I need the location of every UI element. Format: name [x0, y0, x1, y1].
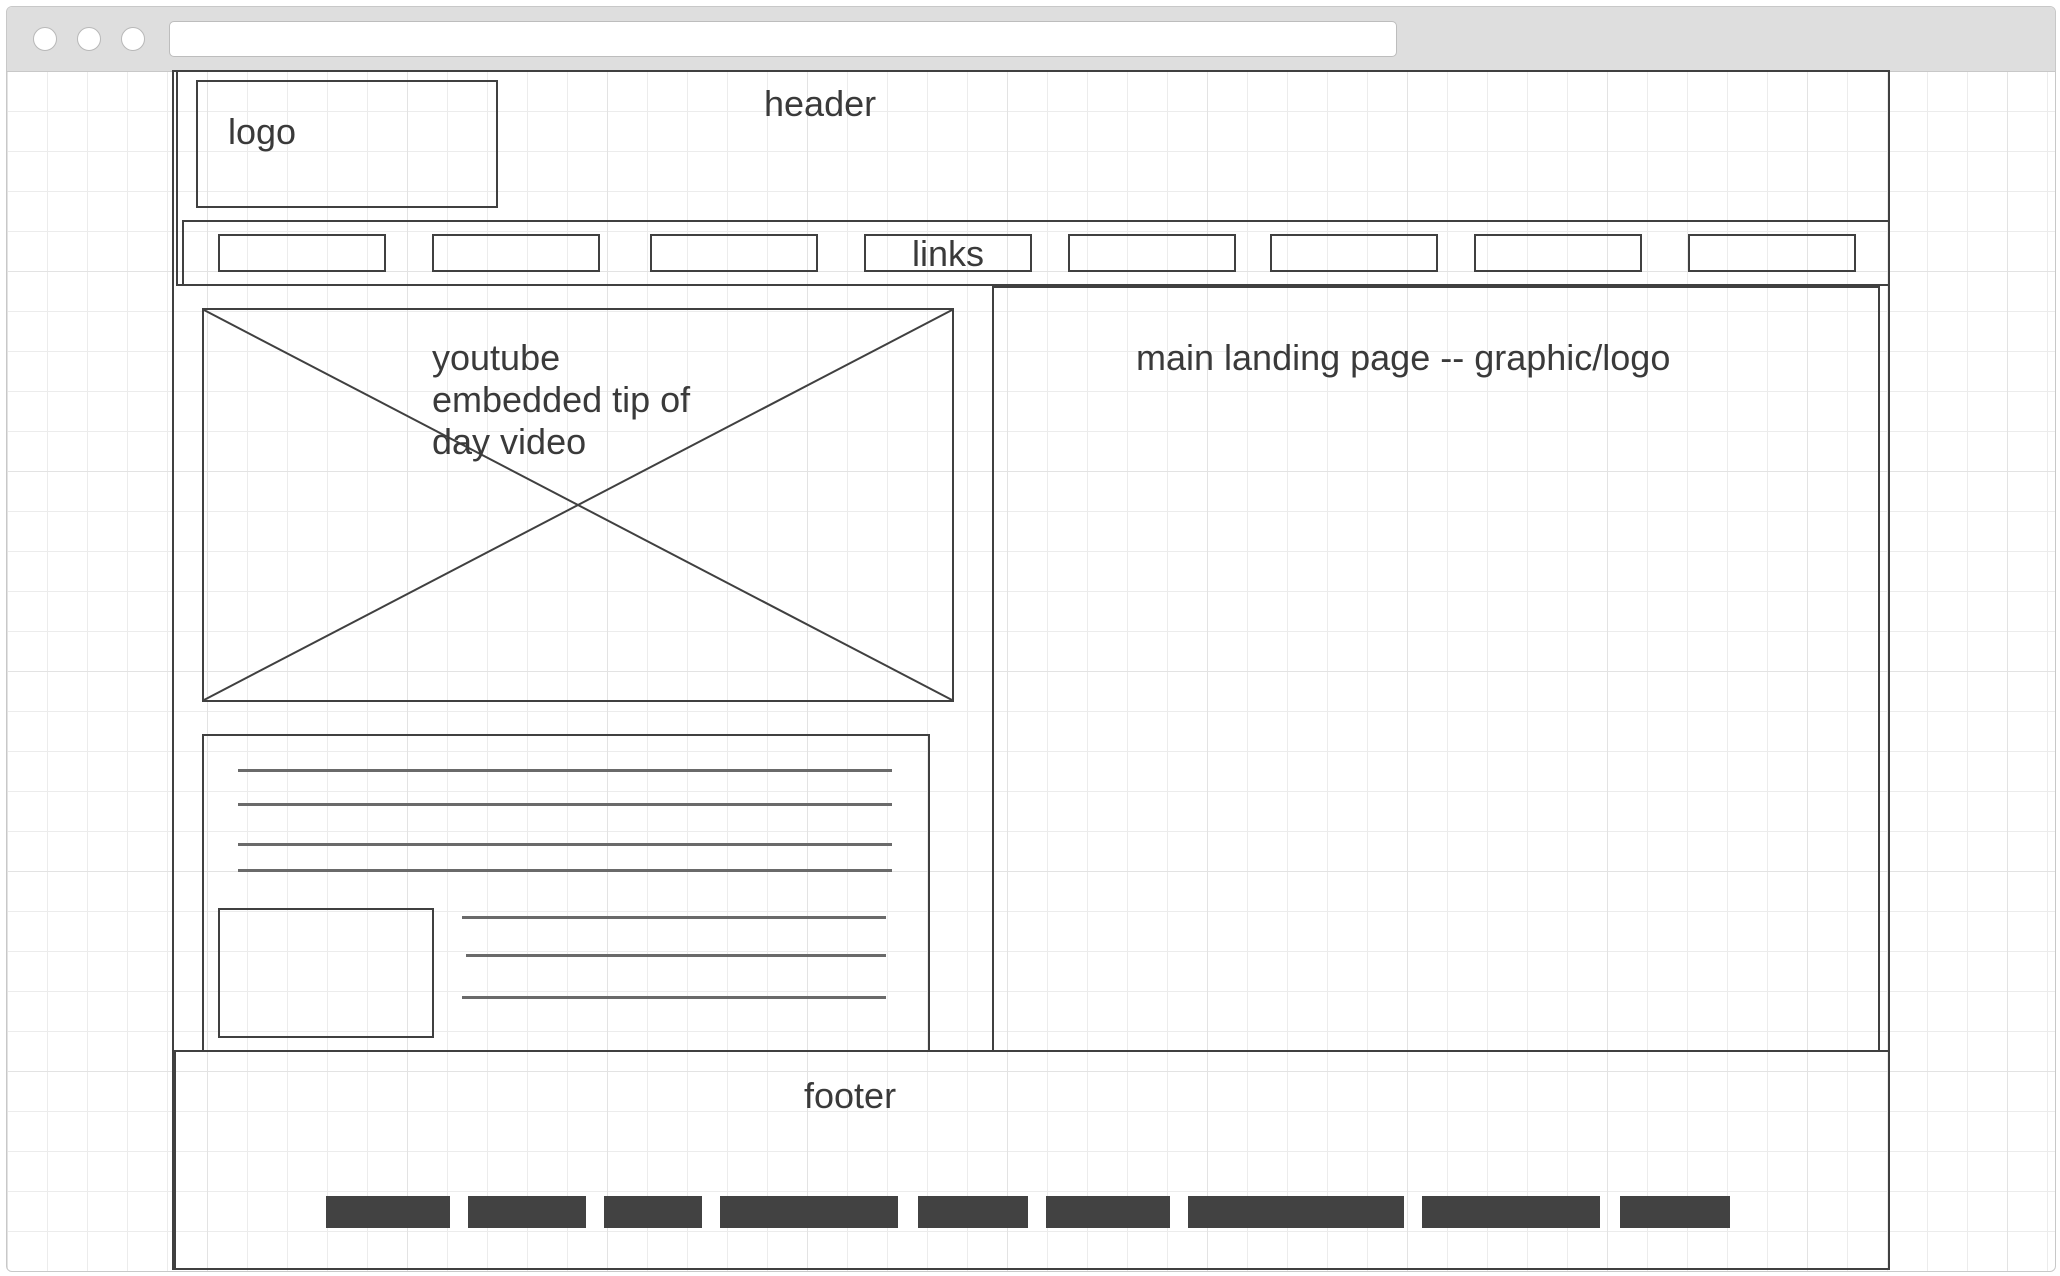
text-line-placeholder: [238, 843, 892, 846]
footer-link[interactable]: [468, 1196, 586, 1228]
footer-link[interactable]: [1620, 1196, 1730, 1228]
browser-toolbar: [7, 7, 2055, 72]
text-line-placeholder: [238, 803, 892, 806]
nav-link-links[interactable]: links: [864, 234, 1032, 272]
text-line-placeholder: [238, 869, 892, 872]
window-minimize-icon[interactable]: [77, 27, 101, 51]
text-line-placeholder: [238, 769, 892, 772]
window-close-icon[interactable]: [33, 27, 57, 51]
footer-link[interactable]: [1046, 1196, 1170, 1228]
video-label-line-1: youtube: [432, 337, 561, 378]
logo-label: logo: [228, 111, 297, 152]
nav-link[interactable]: [1688, 234, 1856, 272]
footer-link[interactable]: [1422, 1196, 1600, 1228]
video-label-line-3: day video: [432, 421, 587, 462]
footer-link[interactable]: [720, 1196, 898, 1228]
text-line-placeholder: [462, 916, 886, 919]
nav-link[interactable]: [1068, 234, 1236, 272]
main-landing-label: main landing page -- graphic/logo: [1136, 337, 1671, 378]
window-maximize-icon[interactable]: [121, 27, 145, 51]
nav-link[interactable]: [650, 234, 818, 272]
footer-link[interactable]: [604, 1196, 702, 1228]
nav-link[interactable]: [218, 234, 386, 272]
nav-link[interactable]: [1270, 234, 1438, 272]
address-bar[interactable]: [169, 21, 1397, 57]
footer-link[interactable]: [326, 1196, 450, 1228]
image-placeholder-icon: [203, 309, 953, 701]
header-label: header: [764, 83, 877, 124]
footer-link[interactable]: [918, 1196, 1028, 1228]
footer-link[interactable]: [1188, 1196, 1404, 1228]
nav-link[interactable]: [432, 234, 600, 272]
footer: [174, 1050, 1890, 1270]
video-label-line-2: embedded tip of: [432, 379, 691, 420]
main-landing-panel: [992, 286, 1880, 1052]
nav-link[interactable]: [1474, 234, 1642, 272]
footer-label: footer: [804, 1075, 897, 1116]
text-line-placeholder: [462, 996, 886, 999]
text-line-placeholder: [466, 954, 886, 957]
thumbnail-placeholder: [218, 908, 434, 1038]
